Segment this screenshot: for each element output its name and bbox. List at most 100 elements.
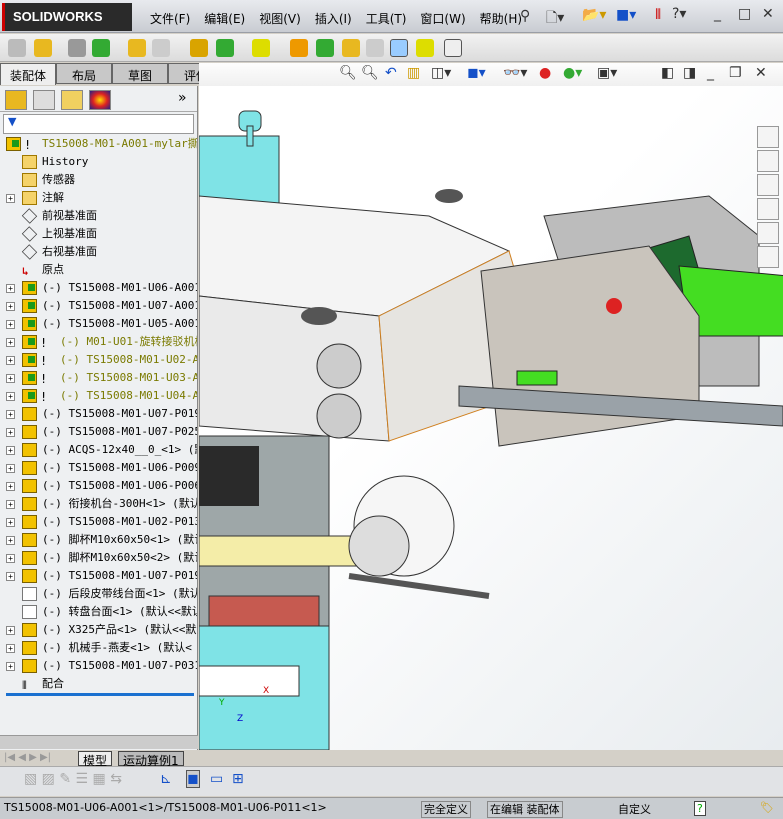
display-style-icon[interactable]: ◼▾ <box>467 65 486 81</box>
tree-item[interactable]: + (-) TS15008-M01-U06-P006< <box>0 477 197 495</box>
tab-2[interactable]: 草图 <box>112 63 168 84</box>
help-button[interactable]: ? <box>694 801 706 816</box>
tree-item[interactable]: 上视基准面 <box>0 225 197 243</box>
property-manager-tab-icon[interactable] <box>33 90 55 110</box>
menu-item[interactable]: 文件(F) <box>150 10 190 27</box>
previous-view-icon[interactable]: ↶ <box>385 65 397 81</box>
minimize-button[interactable]: _ <box>714 6 721 22</box>
expand-toggle[interactable]: + <box>6 302 15 311</box>
tree-item[interactable]: +! (-) TS15008-M01-U02-A00 <box>0 351 197 369</box>
expand-toggle[interactable]: + <box>6 320 15 329</box>
tree-item[interactable]: + (-) TS15008-M01-U07-P031< <box>0 657 197 675</box>
new-motion-study-icon[interactable] <box>290 39 308 57</box>
rollback-bar[interactable] <box>6 693 194 696</box>
display-manager-tab-icon[interactable] <box>89 90 111 110</box>
configuration-manager-tab-icon[interactable] <box>61 90 83 110</box>
expand-toggle[interactable]: + <box>6 500 15 509</box>
tree-item[interactable]: + (-) 机械手-燕麦<1> (默认< <box>0 639 197 657</box>
four-view-icon[interactable]: ⊞ <box>232 771 244 787</box>
doc-close-button[interactable]: ✕ <box>755 65 767 81</box>
reference-geometry-icon[interactable] <box>252 39 270 57</box>
bill-of-materials-icon[interactable] <box>316 39 334 57</box>
explode-line-icon[interactable] <box>366 39 384 57</box>
zoom-area-icon[interactable]: 🔍︎ <box>361 65 379 81</box>
expand-toggle[interactable]: + <box>6 554 15 563</box>
tile-left-icon[interactable]: ◧ <box>661 65 674 81</box>
tree-item[interactable]: + (-) 衔接机台-300H<1> (默认 <box>0 495 197 513</box>
menu-item[interactable]: 视图(V) <box>259 10 301 27</box>
menu-item[interactable]: 窗口(W) <box>420 10 465 27</box>
help-icon[interactable]: ?▾ <box>672 6 686 22</box>
expand-toggle[interactable]: + <box>6 356 15 365</box>
expand-toggle[interactable]: + <box>6 338 15 347</box>
tree-item[interactable]: + (-) X325产品<1> (默认<<默认 <box>0 621 197 639</box>
tree-item[interactable]: + (-) TS15008-M01-U07-P025< <box>0 423 197 441</box>
expand-toggle[interactable]: + <box>6 482 15 491</box>
open-icon[interactable]: 📂▾ <box>582 7 606 23</box>
expand-toggle[interactable]: + <box>6 536 15 545</box>
doc-restore-button[interactable]: ❐ <box>729 65 742 81</box>
tree-item[interactable]: + (-) TS15008-M01-U07-P019< <box>0 567 197 585</box>
expand-toggle[interactable]: + <box>6 662 15 671</box>
view-settings-icon[interactable]: ▣▾ <box>597 65 617 81</box>
isometric-view-icon[interactable]: ◼ <box>186 770 200 788</box>
home-resources-icon[interactable] <box>757 126 779 148</box>
tree-item[interactable]: History <box>0 153 197 171</box>
expand-toggle[interactable]: + <box>6 572 15 581</box>
tree-item[interactable]: 前视基准面 <box>0 207 197 225</box>
tree-item[interactable]: + (-) TS15008-M01-U05-A001< <box>0 315 197 333</box>
expand-toggle[interactable]: + <box>6 644 15 653</box>
edit-component-icon[interactable]: ▧ ▨ ✎ ☰ ▦ ⇆ <box>24 771 122 787</box>
mate-icon[interactable] <box>68 39 86 57</box>
menu-item[interactable]: 编辑(E) <box>204 10 245 27</box>
tab-0[interactable]: 装配体 <box>0 63 56 85</box>
tag-icon[interactable]: 🏷 <box>760 801 774 814</box>
new-document-icon[interactable]: 🗋▾ <box>546 7 564 31</box>
tree-item[interactable]: +! (-) TS15008-M01-U04-A00 <box>0 387 197 405</box>
single-view-icon[interactable]: ▭ <box>210 771 223 787</box>
menu-item[interactable]: 工具(T) <box>366 10 407 27</box>
tree-item[interactable]: + (-) 脚杯M10x60x50<1> (默认 <box>0 531 197 549</box>
tree-item[interactable]: + (-) TS15008-M01-U02-P013< <box>0 513 197 531</box>
menu-item[interactable]: 插入(I) <box>315 10 352 27</box>
expand-toggle[interactable]: + <box>6 374 15 383</box>
section-view-icon[interactable]: ▥ <box>407 65 420 81</box>
units-selector[interactable]: 自定义 <box>618 801 651 817</box>
tree-item[interactable]: + (-) ACQS-12x40__0_<1> (默认 <box>0 441 197 459</box>
tab-1[interactable]: 布局 <box>56 63 112 84</box>
tree-horizontal-scrollbar[interactable] <box>0 735 198 749</box>
expand-toggle[interactable]: + <box>6 626 15 635</box>
axis-icon[interactable]: ⊾ <box>160 771 172 787</box>
expand-toggle[interactable]: + <box>6 464 15 473</box>
new-part-icon[interactable] <box>34 39 52 57</box>
file-explorer-icon[interactable] <box>757 174 779 196</box>
tree-item[interactable]: + (-) TS15008-M01-U07-A001< <box>0 297 197 315</box>
interference-icon[interactable] <box>390 39 408 57</box>
tree-item[interactable]: + (-) TS15008-M01-U06-P009< <box>0 459 197 477</box>
expand-toggle[interactable]: + <box>6 428 15 437</box>
hide-show-items-icon[interactable]: 👓▾ <box>503 65 527 81</box>
zoom-to-fit-icon[interactable]: 🔍︎ <box>339 65 357 81</box>
expand-toggle[interactable]: + <box>6 518 15 527</box>
tile-right-icon[interactable]: ◨ <box>683 65 696 81</box>
apply-scene-icon[interactable]: ●▾ <box>563 65 582 81</box>
tree-item[interactable]: ! TS15008-M01-A001-mylar撕膜 <box>0 135 197 153</box>
instant3d-icon[interactable] <box>444 39 462 57</box>
tab-scroll-arrows[interactable]: |◀ ◀ ▶ ▶| <box>4 752 51 763</box>
tree-item[interactable]: 传感器 <box>0 171 197 189</box>
graphics-area[interactable]: X Y Z <box>199 86 783 750</box>
feature-manager-tab-icon[interactable] <box>5 90 27 110</box>
expand-toggle[interactable]: + <box>6 392 15 401</box>
design-library-icon[interactable] <box>757 150 779 172</box>
expand-toggle[interactable]: + <box>6 194 15 203</box>
show-hidden-icon[interactable] <box>190 39 208 57</box>
expand-panel-button[interactable]: » <box>178 90 187 106</box>
close-button[interactable]: ✕ <box>762 6 774 22</box>
view-palette-icon[interactable] <box>757 198 779 220</box>
custom-properties-icon[interactable] <box>757 246 779 268</box>
rebuild-icon[interactable]: ⦀ <box>655 7 661 23</box>
tree-item[interactable]: + (-) 脚杯M10x60x50<2> (默认 <box>0 549 197 567</box>
menu-item[interactable]: 帮助(H) <box>480 10 522 27</box>
tree-item[interactable]: +! (-) TS15008-M01-U03-A00 <box>0 369 197 387</box>
assembly-features-icon[interactable] <box>216 39 234 57</box>
